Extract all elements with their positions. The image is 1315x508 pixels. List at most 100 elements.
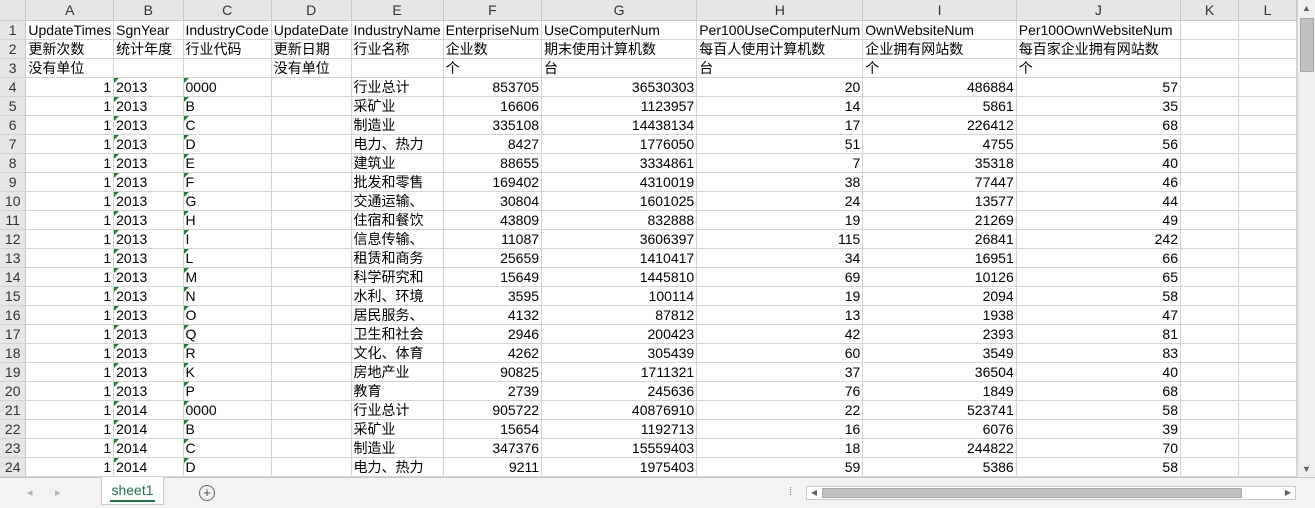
split-handle-icon[interactable]: ⁞	[789, 486, 793, 498]
cell-F9[interactable]: 169402	[443, 172, 543, 192]
cell-I15[interactable]: 2094	[862, 286, 1017, 306]
cell-G14[interactable]: 1445810	[541, 267, 698, 287]
cell-G2[interactable]: 期末使用计算机数	[541, 39, 698, 59]
cell-G19[interactable]: 1711321	[541, 362, 698, 382]
cell-K9[interactable]	[1180, 172, 1240, 192]
cell-H2[interactable]: 每百人使用计算机数	[696, 39, 864, 59]
cell-E17[interactable]: 卫生和社会	[351, 324, 444, 344]
cell-D19[interactable]	[271, 362, 352, 382]
cell-I22[interactable]: 6076	[862, 419, 1017, 439]
row-header-7[interactable]: 7	[0, 134, 27, 154]
cell-B15[interactable]: 2013	[113, 286, 184, 306]
column-header-F[interactable]: F	[443, 0, 543, 21]
row-header-3[interactable]: 3	[0, 58, 27, 78]
cell-J15[interactable]: 58	[1016, 286, 1182, 306]
column-header-J[interactable]: J	[1016, 0, 1182, 21]
cell-L2[interactable]	[1238, 39, 1297, 59]
cell-G6[interactable]: 14438134	[541, 115, 698, 135]
cell-H4[interactable]: 20	[696, 77, 864, 97]
cell-A23[interactable]: 1	[25, 438, 115, 458]
cell-H24[interactable]: 59	[696, 457, 864, 477]
row-header-19[interactable]: 19	[0, 362, 27, 382]
cell-L16[interactable]	[1238, 305, 1297, 325]
cell-D17[interactable]	[271, 324, 352, 344]
cell-K10[interactable]	[1180, 191, 1240, 211]
cell-I11[interactable]: 21269	[862, 210, 1017, 230]
cell-K12[interactable]	[1180, 229, 1240, 249]
cell-F18[interactable]: 4262	[443, 343, 543, 363]
scroll-right-icon[interactable]: ▶	[1281, 487, 1295, 499]
cell-I16[interactable]: 1938	[862, 305, 1017, 325]
cell-J11[interactable]: 49	[1016, 210, 1182, 230]
cell-D7[interactable]	[271, 134, 352, 154]
prev-sheet-icon[interactable]: ◂	[27, 486, 33, 499]
cell-E9[interactable]: 批发和零售	[351, 172, 444, 192]
cell-J6[interactable]: 68	[1016, 115, 1182, 135]
cell-C14[interactable]: M	[183, 267, 272, 287]
cell-A22[interactable]: 1	[25, 419, 115, 439]
cell-C24[interactable]: D	[183, 457, 272, 477]
cell-F22[interactable]: 15654	[443, 419, 543, 439]
cell-E4[interactable]: 行业总计	[351, 77, 444, 97]
cell-J3[interactable]: 个	[1016, 58, 1182, 78]
cell-L3[interactable]	[1238, 58, 1297, 78]
cell-H8[interactable]: 7	[696, 153, 864, 173]
cell-L9[interactable]	[1238, 172, 1297, 192]
cell-B12[interactable]: 2013	[113, 229, 184, 249]
cell-L11[interactable]	[1238, 210, 1297, 230]
horizontal-scroll-thumb[interactable]	[822, 488, 1242, 498]
cell-K18[interactable]	[1180, 343, 1240, 363]
cell-K1[interactable]	[1180, 20, 1240, 40]
cell-F11[interactable]: 43809	[443, 210, 543, 230]
cell-J20[interactable]: 68	[1016, 381, 1182, 401]
sheet-tab-sheet1[interactable]: sheet1	[101, 477, 164, 505]
cell-C8[interactable]: E	[183, 153, 272, 173]
cell-A1[interactable]: UpdateTimes	[25, 20, 115, 40]
cell-C23[interactable]: C	[183, 438, 272, 458]
cell-C13[interactable]: L	[183, 248, 272, 268]
cell-J13[interactable]: 66	[1016, 248, 1182, 268]
cell-G21[interactable]: 40876910	[541, 400, 698, 420]
cell-G9[interactable]: 4310019	[541, 172, 698, 192]
cell-H13[interactable]: 34	[696, 248, 864, 268]
cell-A10[interactable]: 1	[25, 191, 115, 211]
cell-J21[interactable]: 58	[1016, 400, 1182, 420]
cell-D4[interactable]	[271, 77, 352, 97]
cell-J8[interactable]: 40	[1016, 153, 1182, 173]
cell-G17[interactable]: 200423	[541, 324, 698, 344]
cell-C1[interactable]: IndustryCode	[183, 20, 272, 40]
cell-J14[interactable]: 65	[1016, 267, 1182, 287]
cell-L12[interactable]	[1238, 229, 1297, 249]
cell-A15[interactable]: 1	[25, 286, 115, 306]
cell-C7[interactable]: D	[183, 134, 272, 154]
cell-K2[interactable]	[1180, 39, 1240, 59]
cell-F1[interactable]: EnterpriseNum	[443, 20, 543, 40]
cell-F2[interactable]: 企业数	[443, 39, 543, 59]
cell-C12[interactable]: I	[183, 229, 272, 249]
cell-E22[interactable]: 采矿业	[351, 419, 444, 439]
cell-H5[interactable]: 14	[696, 96, 864, 116]
cell-C15[interactable]: N	[183, 286, 272, 306]
cell-G12[interactable]: 3606397	[541, 229, 698, 249]
sheet-table[interactable]: ABCDEFGHIJKL 1 UpdateTimes SgnYear Industry…	[0, 0, 1297, 477]
cell-B19[interactable]: 2013	[113, 362, 184, 382]
cell-A20[interactable]: 1	[25, 381, 115, 401]
cell-J22[interactable]: 39	[1016, 419, 1182, 439]
cell-B1[interactable]: SgnYear	[113, 20, 184, 40]
cell-C16[interactable]: O	[183, 305, 272, 325]
cell-A16[interactable]: 1	[25, 305, 115, 325]
cell-K20[interactable]	[1180, 381, 1240, 401]
cell-B10[interactable]: 2013	[113, 191, 184, 211]
cell-C6[interactable]: C	[183, 115, 272, 135]
cell-F14[interactable]: 15649	[443, 267, 543, 287]
cell-I12[interactable]: 26841	[862, 229, 1017, 249]
cell-L13[interactable]	[1238, 248, 1297, 268]
cell-G18[interactable]: 305439	[541, 343, 698, 363]
column-header-B[interactable]: B	[113, 0, 184, 21]
cell-G13[interactable]: 1410417	[541, 248, 698, 268]
cell-G22[interactable]: 1192713	[541, 419, 698, 439]
cell-H9[interactable]: 38	[696, 172, 864, 192]
cell-H6[interactable]: 17	[696, 115, 864, 135]
cell-J24[interactable]: 58	[1016, 457, 1182, 477]
cell-J19[interactable]: 40	[1016, 362, 1182, 382]
